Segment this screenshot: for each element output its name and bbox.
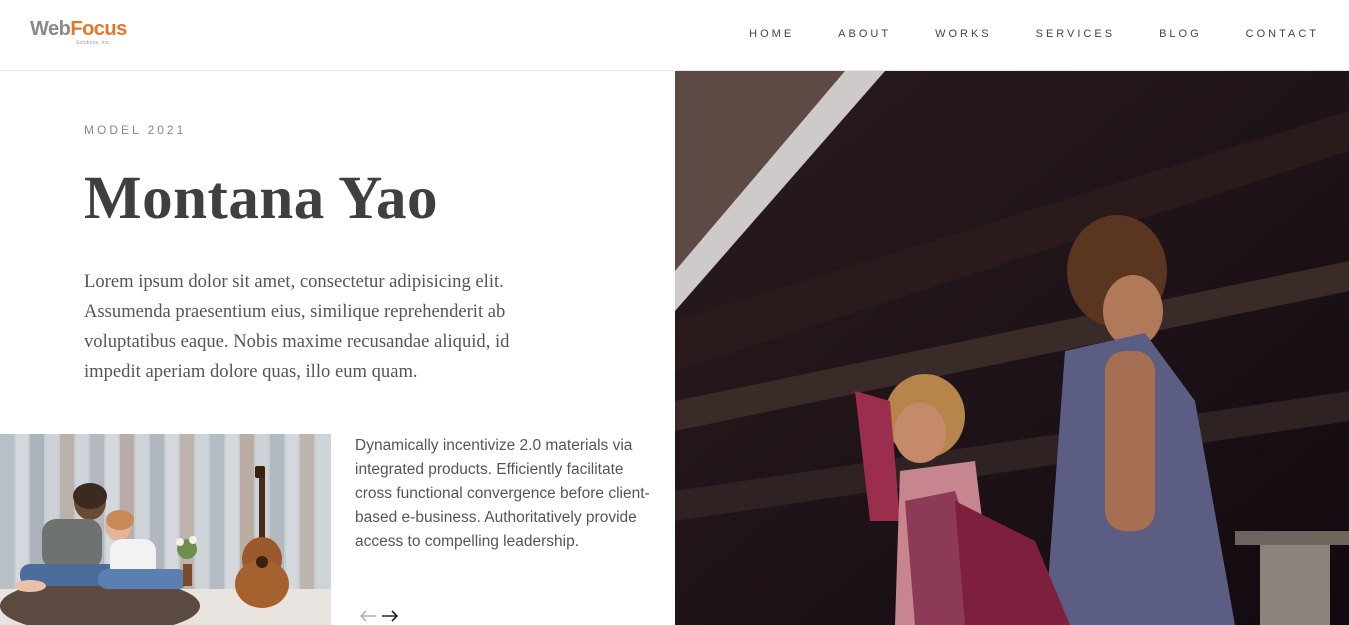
site-header: WebFocus Solutions, Inc. HOME ABOUT WORK… xyxy=(0,0,1349,71)
arrow-right-icon xyxy=(382,610,399,622)
main-nav: HOME ABOUT WORKS SERVICES BLOG CONTACT xyxy=(705,28,1319,40)
nav-services[interactable]: SERVICES xyxy=(1036,28,1115,40)
arrow-left-icon xyxy=(360,610,376,622)
feature-eyebrow: MODEL 2021 xyxy=(84,123,187,137)
brand-logo[interactable]: WebFocus Solutions, Inc. xyxy=(30,18,130,50)
feature-description: Dynamically incentivize 2.0 materials vi… xyxy=(355,437,650,550)
slider-next-button[interactable] xyxy=(379,607,401,625)
slider-prev-button[interactable] xyxy=(357,607,379,625)
slider-controls xyxy=(357,607,401,625)
brand-tagline: Solutions, Inc. xyxy=(76,40,111,46)
page-title: Montana Yao xyxy=(84,165,439,232)
hero-image xyxy=(675,71,1349,625)
thumbnail-image xyxy=(0,434,331,625)
nav-works[interactable]: WORKS xyxy=(935,28,992,40)
brand-wordmark: WebFocus xyxy=(30,18,127,40)
nav-about[interactable]: ABOUT xyxy=(838,28,891,40)
feature-lede: Lorem ipsum dolor sit amet, consectetur … xyxy=(84,271,510,382)
nav-blog[interactable]: BLOG xyxy=(1159,28,1202,40)
nav-contact[interactable]: CONTACT xyxy=(1246,28,1319,40)
nav-home[interactable]: HOME xyxy=(749,28,794,40)
